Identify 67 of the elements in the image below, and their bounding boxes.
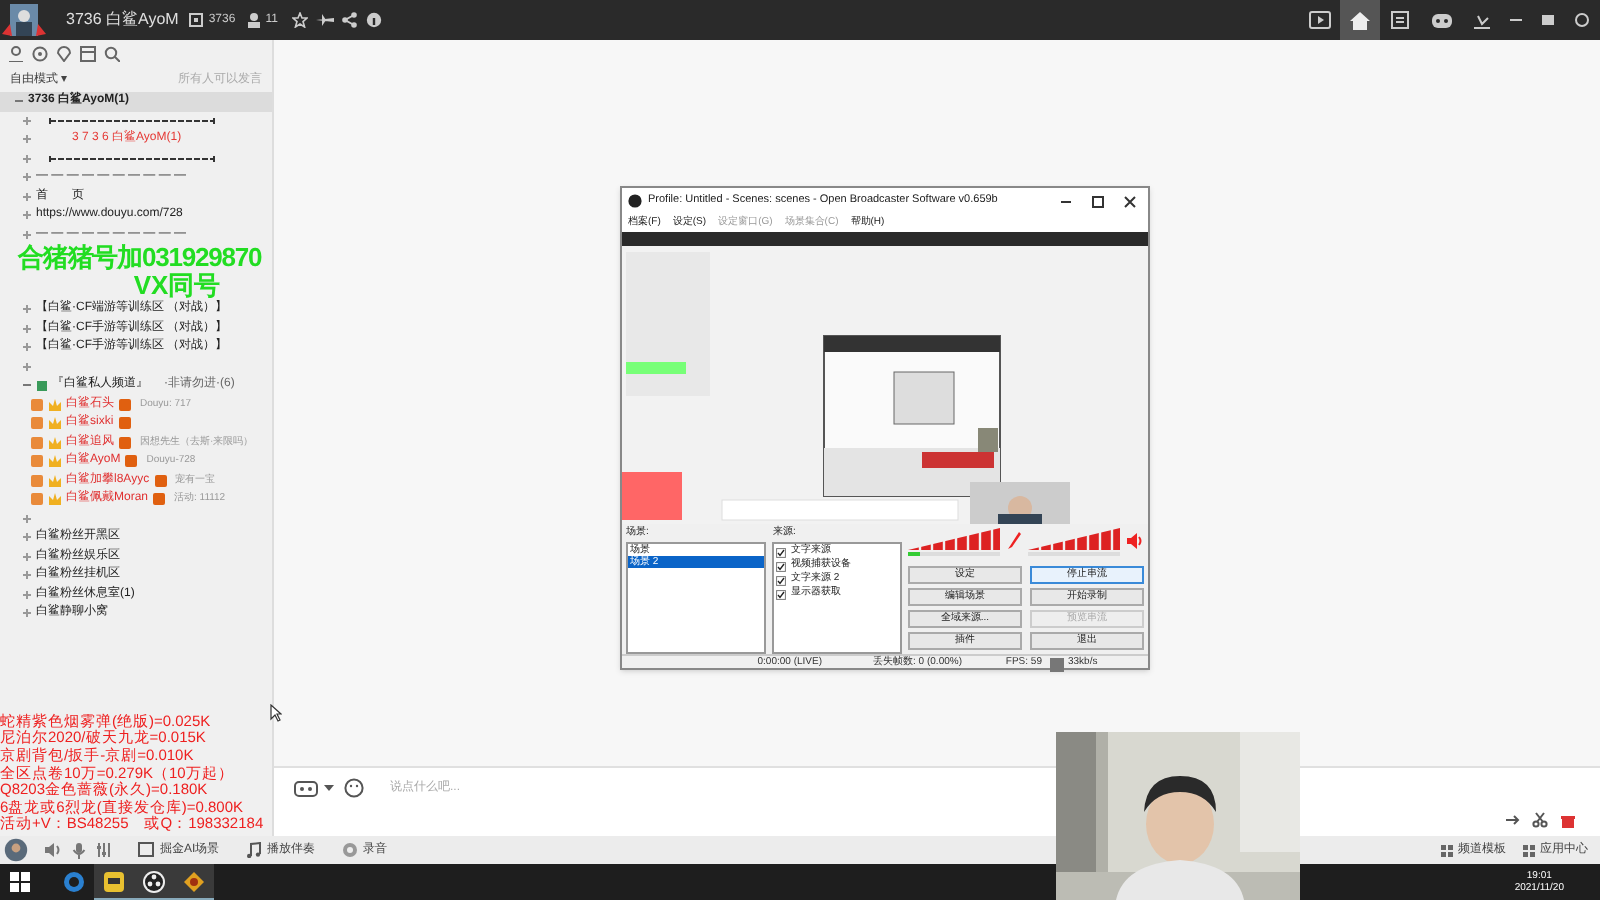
game-app-icon[interactable] [174,864,214,900]
expand-toggle[interactable] [22,380,32,391]
plus-icon [22,172,32,183]
star-icon[interactable] [291,12,308,28]
promo-overlay-text: VX同号 [133,272,221,300]
volume-meter-drawing [908,528,1000,550]
plus-icon [22,115,32,126]
user-avatar-icon[interactable] [4,838,28,862]
plus-icon [22,153,32,164]
send-arrow-icon[interactable] [1504,812,1520,828]
checkbox[interactable] [776,589,787,599]
grid-icon [1440,843,1454,857]
status-indicator-icon [1050,657,1064,671]
plus-icon [22,229,32,240]
maximize-icon[interactable] [1092,195,1104,207]
expand-toggle[interactable] [14,96,24,107]
grid-icon [1522,843,1536,857]
record-icon [341,842,358,858]
emoji-icon[interactable] [344,778,364,798]
plus-icon [22,134,32,145]
promo-overlay-text: 合猪猪号加031929870 [18,244,262,272]
plus-icon [22,342,32,353]
windows-start-icon[interactable] [10,872,30,892]
maximize-icon[interactable] [1540,12,1556,28]
checkbox[interactable] [776,561,787,571]
plus-icon [22,570,32,581]
plane-icon[interactable] [315,12,334,28]
location-icon[interactable] [56,46,72,62]
volume-meter-drawing [1028,528,1120,550]
plus-icon [22,304,32,315]
user-icon[interactable] [8,46,24,62]
plus-icon [22,551,32,562]
channel-title: 3736 白鲨AyoM [66,8,179,32]
gift-icon[interactable] [1560,812,1576,828]
home-tab[interactable] [1340,0,1380,40]
share-icon[interactable] [341,12,358,28]
info-icon[interactable] [365,12,382,28]
app-logo-icon [628,194,642,208]
search-icon[interactable] [104,46,120,62]
caret-icon[interactable] [324,784,334,792]
checkbox[interactable] [776,547,787,557]
id-icon [188,12,205,28]
chat-app-icon[interactable] [94,864,134,900]
calendar-icon[interactable] [80,46,96,62]
plus-icon [22,191,32,202]
checkbox[interactable] [776,575,787,585]
music-note-icon [245,842,262,858]
gamepad-icon[interactable] [1430,11,1454,29]
plus-icon [22,608,32,619]
plus-icon [22,210,32,221]
equalizer-icon[interactable] [96,842,112,858]
screen-icon [138,842,154,858]
plus-icon [22,513,32,524]
avatar-icon[interactable] [2,2,46,38]
plus-icon [22,589,32,600]
scissors-icon[interactable] [1532,812,1548,828]
plus-icon [22,323,32,334]
minimize-icon[interactable] [1060,195,1072,207]
video-icon[interactable] [1308,10,1332,30]
person-icon [245,12,262,28]
list-icon[interactable] [1390,10,1410,30]
gamepad-icon[interactable] [294,779,318,797]
speaker-icon[interactable] [1126,532,1144,550]
plus-icon [22,361,32,372]
home-icon [1350,11,1370,29]
plus-icon [22,532,32,543]
speaker-icon[interactable] [44,842,62,858]
